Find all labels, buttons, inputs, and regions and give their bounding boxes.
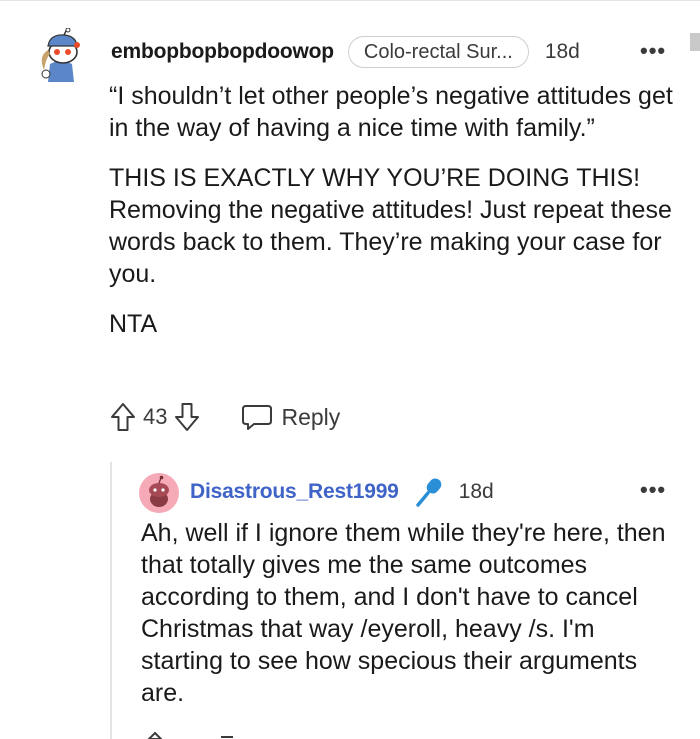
scrollbar-thumb[interactable] <box>690 33 700 51</box>
snoo-avatar-icon[interactable] <box>139 473 179 513</box>
reply-label: Reply <box>281 403 341 430</box>
user-flair: Colo-rectal Sur... <box>347 36 529 68</box>
thread-line[interactable] <box>110 462 112 739</box>
reply-body: Ah, well if I ignore them while they're … <box>141 517 681 709</box>
top-divider <box>0 0 700 1</box>
vote-score: 43 <box>143 404 168 429</box>
reply-button[interactable]: Reply <box>241 402 340 432</box>
reply-username[interactable]: Disastrous_Rest1999 <box>190 480 399 504</box>
more-options-icon[interactable]: ••• <box>640 477 666 503</box>
reply-timestamp: 18d <box>458 480 494 503</box>
reply-actions-partial <box>147 731 233 739</box>
comment-actions: 43 Reply <box>109 399 340 435</box>
reply-text: Ah, well if I ignore them while they're … <box>141 519 666 707</box>
comment-paragraph: “I shouldn’t let other people’s negative… <box>109 82 673 142</box>
comment-body: “I shouldn’t let other people’s negative… <box>109 80 679 358</box>
microphone-icon <box>415 478 441 507</box>
comment-header: embopbopbopdoowop Colo-rectal Sur... 18d <box>111 34 580 70</box>
arrow-up-icon[interactable] <box>109 401 137 433</box>
comment-timestamp: 18d <box>544 40 580 63</box>
comment-paragraph: THIS IS EXACTLY WHY YOU’RE DOING THIS! R… <box>109 164 672 288</box>
arrow-down-icon[interactable] <box>173 401 201 433</box>
more-options-icon[interactable]: ••• <box>640 38 666 64</box>
speech-bubble-icon <box>242 405 273 430</box>
snoo-avatar-icon[interactable] <box>36 28 86 82</box>
comment-username[interactable]: embopbopbopdoowop <box>111 40 334 64</box>
comment-paragraph: NTA <box>109 310 158 338</box>
reply-header: Disastrous_Rest1999 18d <box>190 474 494 510</box>
